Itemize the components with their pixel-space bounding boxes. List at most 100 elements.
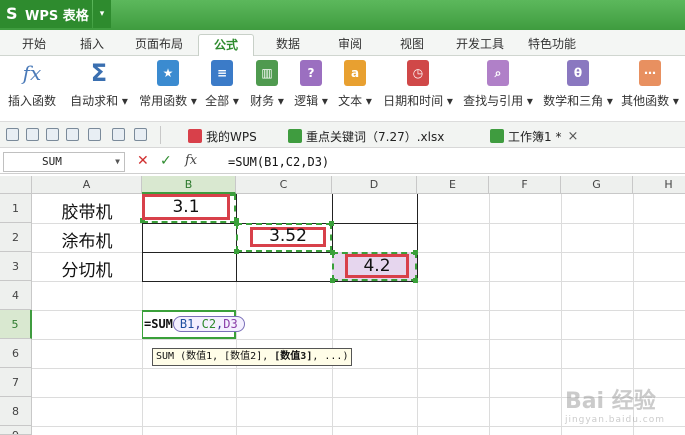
row-header-5[interactable]: 5: [0, 310, 32, 339]
logic-button[interactable]: ? 逻辑 ▾: [290, 60, 332, 109]
row-header-7[interactable]: 7: [0, 368, 32, 397]
redo-icon[interactable]: [134, 128, 147, 141]
tab-formulas[interactable]: 公式: [198, 34, 254, 56]
formula-prefix: =SUM: [144, 317, 173, 331]
ref-c2: C2: [201, 317, 217, 331]
app-menu-button[interactable]: WPS 表格: [0, 0, 92, 28]
row-header-8[interactable]: 8: [0, 397, 32, 426]
resize-handle[interactable]: [234, 221, 239, 226]
row-header-1[interactable]: 1: [0, 194, 32, 223]
gridline: [32, 368, 685, 369]
column-header-b[interactable]: B: [142, 176, 236, 194]
gridline: [32, 339, 685, 340]
insert-function-fx-icon[interactable]: fx: [185, 153, 197, 168]
print-preview-icon[interactable]: [88, 128, 101, 141]
math-book-icon: θ: [567, 60, 589, 86]
row-header-6[interactable]: 6: [0, 339, 32, 368]
cell-b5-editor[interactable]: =SUM B1,C2,D3: [144, 315, 245, 333]
cell-a2[interactable]: 涂布机: [32, 227, 142, 252]
chevron-down-icon[interactable]: ▼: [115, 153, 120, 171]
cell-d3[interactable]: 4.2: [345, 256, 409, 276]
finance-button[interactable]: ▥ 财务 ▾: [246, 60, 288, 109]
confirm-check-icon[interactable]: ✓: [160, 153, 172, 169]
cell-c2[interactable]: 3.52: [250, 227, 326, 245]
doc-tab-label: 我的WPS: [206, 129, 257, 144]
print-icon[interactable]: [66, 128, 79, 141]
resize-handle[interactable]: [330, 250, 335, 255]
column-header-c[interactable]: C: [236, 176, 332, 194]
resize-handle[interactable]: [234, 249, 239, 254]
tab-view[interactable]: 视图: [392, 34, 432, 56]
tab-page-layout[interactable]: 页面布局: [128, 34, 190, 56]
resize-handle[interactable]: [413, 278, 418, 283]
tab-developer[interactable]: 开发工具: [450, 34, 510, 56]
gridline: [32, 310, 685, 311]
row-header-3[interactable]: 3: [0, 252, 32, 281]
column-header-f[interactable]: F: [489, 176, 561, 194]
watermark-logo: Bai 经验: [564, 389, 656, 414]
doc-tab-my-wps[interactable]: 我的WPS: [188, 125, 257, 147]
tab-review[interactable]: 审阅: [330, 34, 370, 56]
tab-start[interactable]: 开始: [14, 34, 54, 56]
formula-input[interactable]: =SUM(B1,C2,D3): [224, 152, 682, 172]
spreadsheet-file-icon: [288, 129, 302, 143]
finance-label: 财务 ▾: [250, 94, 284, 108]
insert-function-button[interactable]: fx 插入函数: [4, 60, 60, 109]
all-functions-label: 全部 ▾: [205, 94, 239, 108]
text-functions-label: 文本 ▾: [338, 94, 372, 108]
document-tab-bar: 我的WPS 重点关键词（7.27）.xlsx 工作簿1 * ×: [0, 122, 685, 148]
save-icon[interactable]: [26, 128, 39, 141]
reference-args-pill: B1,C2,D3: [172, 316, 245, 332]
wps-w-icon: [188, 129, 202, 143]
autosum-button[interactable]: Σ 自动求和 ▾: [68, 59, 130, 109]
resize-handle[interactable]: [329, 221, 334, 226]
text-functions-button[interactable]: a 文本 ▾: [334, 60, 376, 109]
close-tab-icon[interactable]: ×: [567, 129, 578, 144]
column-header-h[interactable]: H: [633, 176, 685, 194]
all-functions-button[interactable]: ≡ 全部 ▾: [202, 60, 242, 109]
math-trig-button[interactable]: θ 数学和三角 ▾: [540, 60, 616, 109]
column-header-e[interactable]: E: [417, 176, 489, 194]
column-header-d[interactable]: D: [332, 176, 417, 194]
function-signature-tooltip: SUM (数值1, [数值2], [数值3], ...): [152, 348, 353, 366]
doc-tab-label: 重点关键词（7.27）.xlsx: [306, 129, 445, 144]
star-book-icon: ★: [157, 60, 179, 86]
resize-handle[interactable]: [330, 278, 335, 283]
cancel-icon[interactable]: ✕: [137, 153, 149, 169]
tab-data[interactable]: 数据: [268, 34, 308, 56]
column-header-a[interactable]: A: [32, 176, 142, 194]
row-header-2[interactable]: 2: [0, 223, 32, 252]
datetime-button[interactable]: ◷ 日期和时间 ▾: [380, 60, 456, 109]
gridline: [489, 194, 490, 435]
doc-tab-label: 工作簿1 *: [508, 129, 562, 144]
name-box[interactable]: SUM ▼: [3, 152, 125, 172]
tab-insert[interactable]: 插入: [72, 34, 112, 56]
resize-handle[interactable]: [413, 250, 418, 255]
open-folder-icon[interactable]: [6, 128, 19, 141]
select-all-corner[interactable]: [0, 176, 32, 194]
tooltip-signature: SUM (数值1, [数值2],: [156, 351, 275, 362]
lookup-reference-label: 查找与引用 ▾: [463, 94, 533, 108]
ref-b1: B1: [179, 317, 195, 331]
cell-a1[interactable]: 胶带机: [32, 198, 142, 223]
lookup-reference-button[interactable]: ⌕ 查找与引用 ▾: [460, 60, 536, 109]
row-header-4[interactable]: 4: [0, 281, 32, 310]
ribbon-formulas-panel: fx 插入函数 Σ 自动求和 ▾ ★ 常用函数 ▾ ≡ 全部 ▾ ▥ 财务 ▾ …: [0, 56, 685, 122]
cell-b1[interactable]: 3.1: [142, 197, 230, 217]
tab-special-features[interactable]: 特色功能: [522, 34, 582, 56]
common-functions-button[interactable]: ★ 常用函数 ▾: [136, 60, 200, 109]
datetime-book-icon: ◷: [407, 60, 429, 86]
doc-tab-keywords-xlsx[interactable]: 重点关键词（7.27）.xlsx: [288, 125, 444, 147]
cell-a3[interactable]: 分切机: [32, 256, 142, 281]
title-bar: WPS 表格 ▾: [0, 0, 685, 30]
undo-icon[interactable]: [112, 128, 125, 141]
export-icon[interactable]: [46, 128, 59, 141]
row-header-9[interactable]: 9: [0, 426, 32, 435]
column-header-g[interactable]: G: [561, 176, 633, 194]
app-menu-arrow-icon[interactable]: ▾: [93, 0, 111, 28]
ref-d3: D3: [223, 317, 238, 331]
other-functions-button[interactable]: ⋯ 其他函数 ▾: [618, 60, 682, 109]
doc-tab-workbook1[interactable]: 工作簿1 * ×: [490, 125, 578, 147]
insert-function-label: 插入函数: [7, 94, 56, 108]
sigma-icon: Σ: [90, 59, 108, 87]
